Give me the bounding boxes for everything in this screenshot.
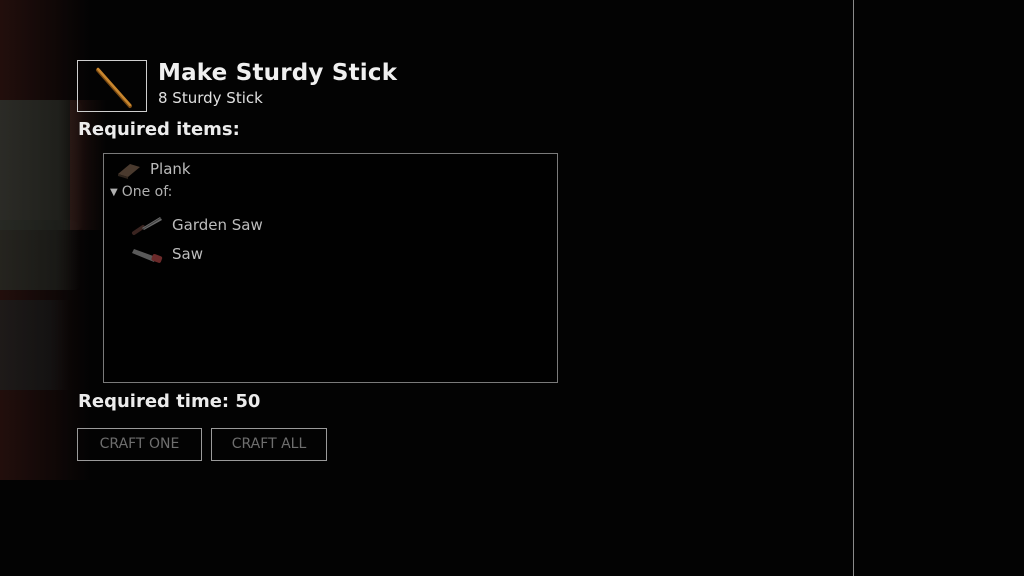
sturdy-stick-icon [96, 67, 132, 108]
item-name: Garden Saw [172, 216, 263, 234]
triangle-down-icon: ▼ [110, 186, 118, 198]
list-item: Plank [114, 158, 191, 180]
craft-all-button[interactable]: CRAFT ALL [211, 428, 327, 461]
list-item: Saw [130, 243, 203, 265]
required-time-label: Required time: [78, 391, 230, 412]
one-of-label: One of: [121, 184, 173, 200]
required-items-label: Required items: [78, 119, 240, 140]
background-furniture [0, 300, 70, 390]
plank-icon [118, 164, 140, 179]
one-of-group[interactable]: ▼ One of: [110, 184, 172, 200]
required-time: Required time: 50 [78, 391, 260, 412]
result-item-frame [77, 60, 147, 112]
panel-divider [853, 0, 854, 576]
list-item: Garden Saw [130, 214, 263, 236]
craft-one-button[interactable]: CRAFT ONE [77, 428, 202, 461]
game-screen: Make Sturdy Stick 8 Sturdy Stick Require… [0, 0, 1024, 576]
background-furniture [0, 220, 80, 290]
recipe-result: 8 Sturdy Stick [158, 89, 263, 107]
garden-saw-icon [132, 217, 162, 235]
recipe-title: Make Sturdy Stick [158, 60, 398, 86]
saw-icon [132, 249, 163, 263]
required-items-list: Plank ▼ One of: Garden Saw Saw [103, 153, 558, 383]
item-name: Saw [172, 245, 203, 263]
item-name: Plank [150, 160, 191, 178]
required-time-value: 50 [235, 391, 261, 412]
